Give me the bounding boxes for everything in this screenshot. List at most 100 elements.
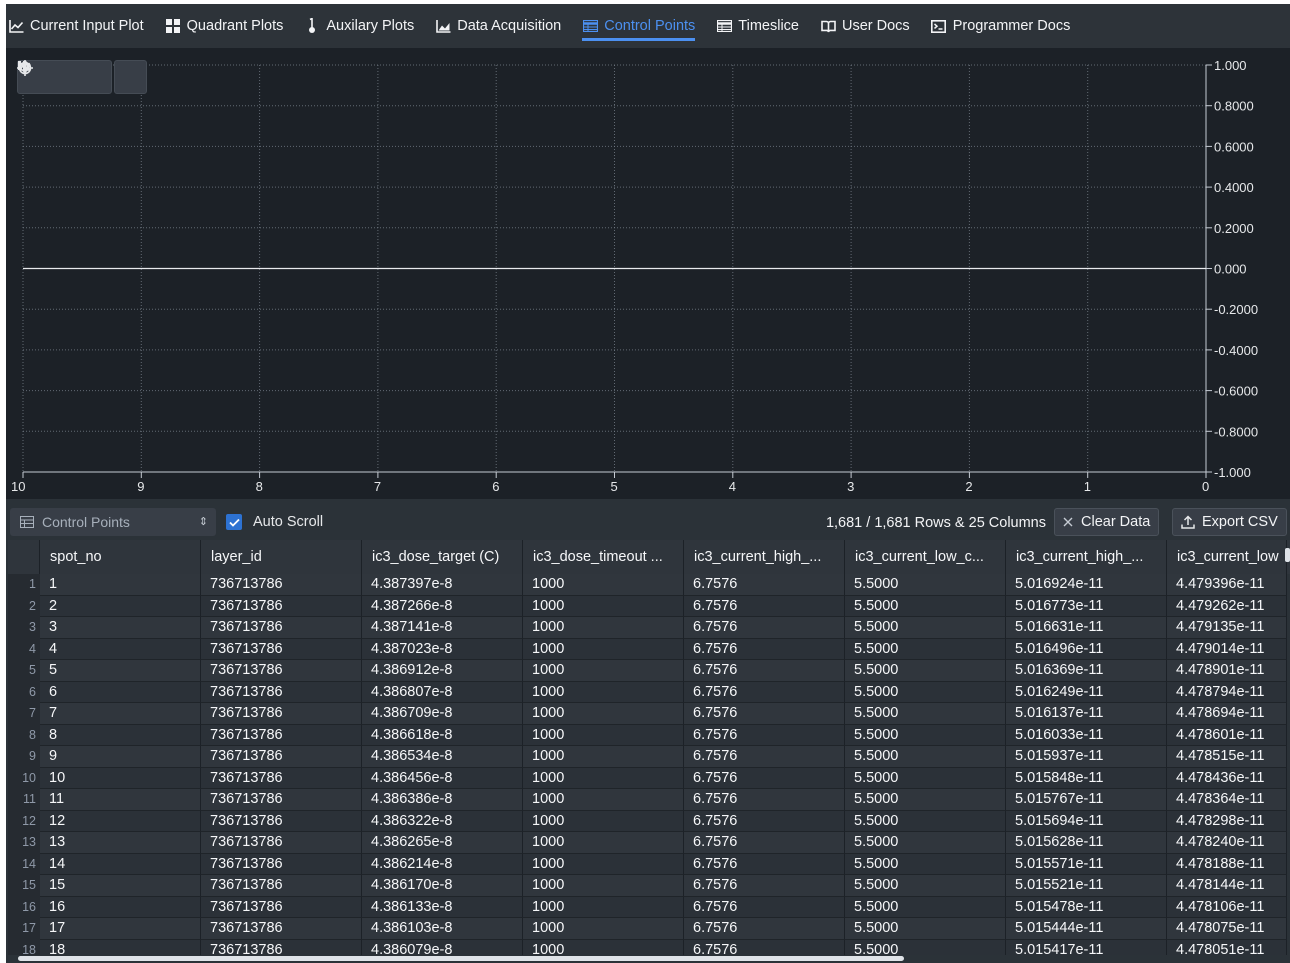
table-row[interactable]: 2 2 736713786 4.387266e-8 1000 6.7576 5.5000 5.… [8,595,1290,617]
table-row[interactable]: 3 3 736713786 4.387141e-8 1000 6.7576 5.5000 5.… [8,617,1290,639]
tab-programmer-docs[interactable]: Programmer Docs [931,11,1070,41]
line-chart-icon [8,18,24,34]
column-header[interactable]: ic3_dose_timeout ... [523,540,684,574]
row-number: 5 [8,660,40,682]
x-tick-label: 8 [256,479,263,494]
locate-button[interactable] [17,60,146,93]
table-cell: 4.386265e-8 [362,832,523,854]
table-cell: 5.016369e-11 [1006,660,1167,682]
x-tick-label: 1 [1084,479,1091,494]
row-number: 1 [8,574,40,596]
table-cell: 736713786 [201,939,362,955]
column-header[interactable]: ic3_current_low_c... [845,540,1006,574]
table-cell: 1000 [523,939,684,955]
table-cell: 736713786 [201,595,362,617]
table-cell: 5.5000 [845,724,1006,746]
table-cell: 1000 [523,617,684,639]
table-row[interactable]: 16 16 736713786 4.386133e-8 1000 6.7576 5.5000… [8,896,1290,918]
table-cell: 4.386456e-8 [362,767,523,789]
table-cell: 6.7576 [684,681,845,703]
x-tick-label: 4 [729,479,736,494]
table-cell: 6 [40,681,201,703]
table-cell: 5.015848e-11 [1006,767,1167,789]
row-number: 6 [8,681,40,703]
row-number: 4 [8,638,40,660]
clear-data-button[interactable]: Clear Data [1054,508,1160,536]
pause-button[interactable] [18,61,111,93]
control-points-table[interactable]: spot_no layer_id ic3_dose_target (C) ic3_do… [8,540,1290,955]
table-cell: 736713786 [201,724,362,746]
table-row[interactable]: 18 18 736713786 4.386079e-8 1000 6.7576 5.5000… [8,939,1290,955]
table-cell: 6.7576 [684,896,845,918]
table-cell: 5.5000 [845,875,1006,897]
table-row[interactable]: 13 13 736713786 4.386265e-8 1000 6.7576 5.5000… [8,832,1290,854]
table-cell: 5.016631e-11 [1006,617,1167,639]
column-header[interactable]: spot_no [40,540,201,574]
table-row[interactable]: 9 9 736713786 4.386534e-8 1000 6.7576 5.5000 5.… [8,746,1290,768]
table-cell: 4.386912e-8 [362,660,523,682]
table-cell: 5.5000 [845,595,1006,617]
row-number: 10 [8,767,40,789]
column-header[interactable]: ic3_current_high_... [1006,540,1167,574]
table-row[interactable]: 6 6 736713786 4.386807e-8 1000 6.7576 5.5000 5.… [8,681,1290,703]
x-tick-label: 10 [11,479,25,494]
x-tick-label: 5 [611,479,618,494]
auto-scroll-checkbox[interactable]: Auto Scroll [226,514,323,530]
horizontal-scroll-thumb[interactable] [18,956,904,961]
tab-control-points[interactable]: Control Points [582,11,696,41]
export-csv-label: Export CSV [1202,514,1278,530]
vertical-scrollbar[interactable] [1284,540,1290,955]
clear-plot-button[interactable] [18,61,80,93]
table-cell: 6.7576 [684,724,845,746]
table-row[interactable]: 4 4 736713786 4.387023e-8 1000 6.7576 5.5000 5.… [8,638,1290,660]
row-number: 18 [8,939,40,955]
table-cell: 5.016137e-11 [1006,703,1167,725]
column-header[interactable]: ic3_current_low [1167,540,1287,574]
table-cell: 4.478436e-11 [1167,767,1287,789]
tab-label: Auxilary Plots [326,18,415,34]
vertical-scroll-thumb[interactable] [1285,548,1290,562]
table-cell: 4.479262e-11 [1167,595,1287,617]
data-source-select[interactable]: Control Points ⇕ [10,508,216,536]
tab-timeslice[interactable]: Timeslice [716,11,799,41]
column-header[interactable]: ic3_current_high_... [684,540,845,574]
table-cell: 4.386807e-8 [362,681,523,703]
control-points-plot[interactable]: 1.000 0.8000 0.6000 0.4000 0.2000 0.000 -0.200… [6,48,1290,499]
tab-quadrant-plots[interactable]: Quadrant Plots [165,11,283,41]
table-row[interactable]: 17 17 736713786 4.386103e-8 1000 6.7576 5.5000… [8,918,1290,940]
row-number: 12 [8,810,40,832]
table-cell: 2 [40,595,201,617]
table-row[interactable]: 14 14 736713786 4.386214e-8 1000 6.7576 5.5000… [8,853,1290,875]
close-icon [1063,517,1073,527]
table-cell: 4.387266e-8 [362,595,523,617]
table-cell: 5.5000 [845,853,1006,875]
table-row[interactable]: 7 7 736713786 4.386709e-8 1000 6.7576 5.5000 5.… [8,703,1290,725]
tab-label: Timeslice [738,18,799,34]
table-row[interactable]: 11 11 736713786 4.386386e-8 1000 6.7576 5.5000… [8,789,1290,811]
table-cell: 4.387397e-8 [362,574,523,596]
tab-current-input-plot[interactable]: Current Input Plot [8,11,144,41]
table-cell: 736713786 [201,703,362,725]
column-header[interactable]: ic3_dose_target (C) [362,540,523,574]
plot-toolbar-locate [17,60,147,94]
table-row[interactable]: 10 10 736713786 4.386456e-8 1000 6.7576 5.5000… [8,767,1290,789]
horizontal-scrollbar[interactable] [6,955,1290,963]
table-cell: 5.015937e-11 [1006,746,1167,768]
tab-user-docs[interactable]: User Docs [820,11,910,41]
column-header[interactable]: layer_id [201,540,362,574]
tab-data-acquisition[interactable]: Data Acquisition [435,11,561,41]
export-csv-button[interactable]: Export CSV [1172,508,1287,536]
table-cell: 5.015417e-11 [1006,939,1167,955]
table-cell: 4.478188e-11 [1167,853,1287,875]
table-row[interactable]: 8 8 736713786 4.386618e-8 1000 6.7576 5.5000 5.… [8,724,1290,746]
tab-auxilary-plots[interactable]: Auxilary Plots [304,11,414,41]
table-row[interactable]: 12 12 736713786 4.386322e-8 1000 6.7576 5.5000… [8,810,1290,832]
table-row[interactable]: 15 15 736713786 4.386170e-8 1000 6.7576 5.5000… [8,875,1290,897]
table-row[interactable]: 1 1 736713786 4.387397e-8 1000 6.7576 5.5000 5.… [8,574,1290,596]
table-cell: 4.386170e-8 [362,875,523,897]
table-cell: 4.478106e-11 [1167,896,1287,918]
table-cell: 7 [40,703,201,725]
top-navigation: Current Input Plot Quadrant Plots Auxilary… [6,4,1290,48]
table-row[interactable]: 5 5 736713786 4.386912e-8 1000 6.7576 5.5000 5.… [8,660,1290,682]
table-cell: 1000 [523,595,684,617]
